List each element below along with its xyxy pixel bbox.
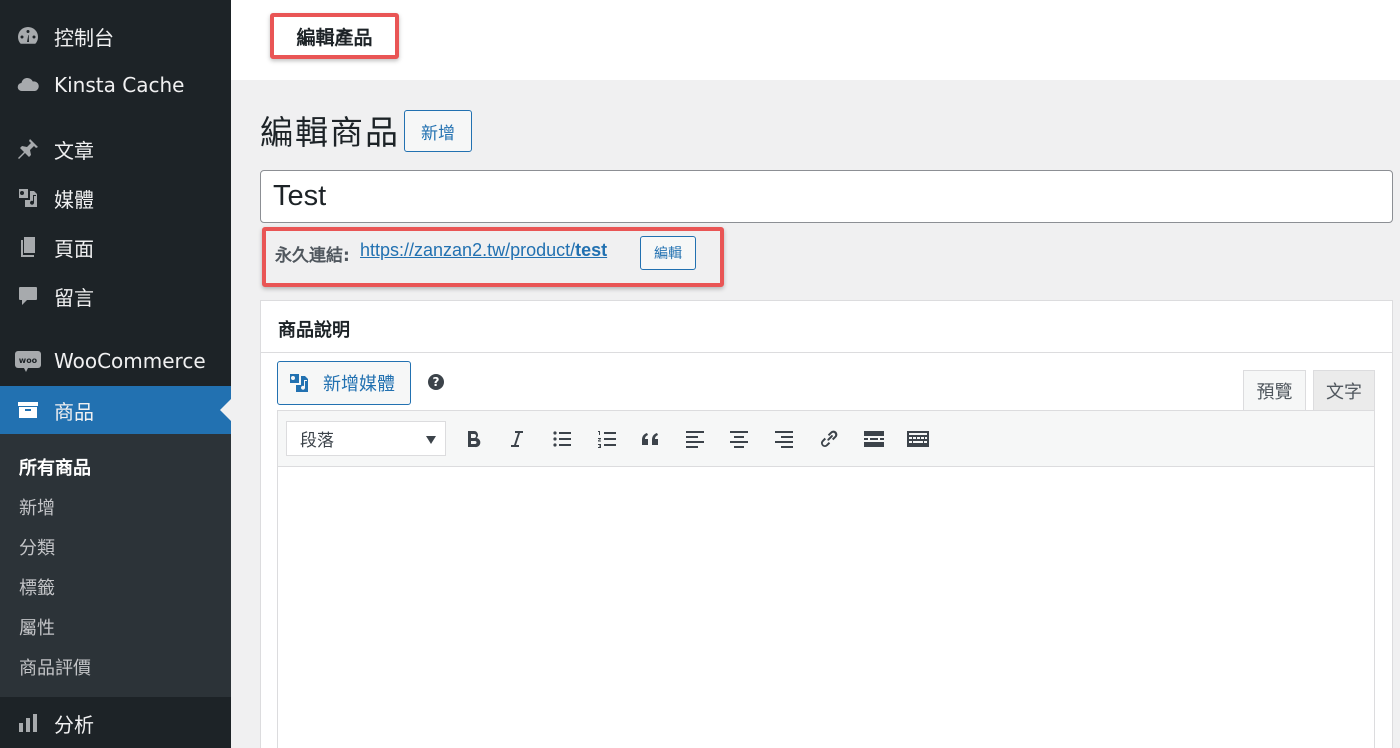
- pin-icon: [14, 135, 42, 163]
- menu-item-pages[interactable]: 頁面: [0, 223, 231, 271]
- tab-visual[interactable]: 預覽: [1243, 370, 1306, 410]
- numbered-list-icon[interactable]: [592, 424, 622, 454]
- submenu-item-reviews[interactable]: 商品評價: [19, 654, 91, 680]
- top-header-area: [231, 0, 1400, 80]
- menu-item-dashboard[interactable]: 控制台: [0, 12, 231, 60]
- link-icon[interactable]: [814, 424, 844, 454]
- help-icon[interactable]: ?: [428, 374, 444, 390]
- admin-sidebar: 控制台 Kinsta Cache 文章 媒體 頁面 留言 woo WooComm…: [0, 0, 231, 748]
- permalink-edit-button[interactable]: 編輯: [640, 236, 696, 270]
- product-title-input[interactable]: [260, 170, 1393, 223]
- bullet-list-icon[interactable]: [547, 424, 577, 454]
- menu-label: 頁面: [54, 236, 94, 261]
- menu-item-analytics[interactable]: 分析: [0, 699, 231, 747]
- page-title: 編輯商品: [260, 113, 400, 152]
- tab-text[interactable]: 文字: [1313, 370, 1375, 410]
- menu-label: 分析: [54, 712, 94, 737]
- permalink-url-base: https://zanzan2.tw/product/: [360, 240, 576, 260]
- add-media-icon: [290, 374, 308, 392]
- comments-icon: [14, 282, 42, 310]
- pages-icon: [14, 233, 42, 261]
- permalink-slug: test: [575, 240, 608, 260]
- chart-bar-icon: [14, 709, 42, 737]
- bold-icon[interactable]: [458, 424, 488, 454]
- menu-item-woocommerce[interactable]: woo WooCommerce: [0, 337, 231, 385]
- menu-label: 文章: [54, 138, 94, 163]
- menu-label: 商品: [54, 399, 94, 424]
- menu-item-comments[interactable]: 留言: [0, 272, 231, 320]
- align-left-icon[interactable]: [680, 424, 710, 454]
- add-media-label: 新增媒體: [323, 374, 395, 394]
- breadcrumb-label: 編輯產品: [296, 26, 373, 49]
- format-select[interactable]: 段落: [286, 421, 446, 456]
- active-indicator: [220, 399, 231, 421]
- products-submenu: 所有商品 新增 分類 標籤 屬性 商品評價: [0, 434, 231, 697]
- menu-item-kinsta-cache[interactable]: Kinsta Cache: [0, 61, 231, 109]
- cloud-icon: [14, 71, 42, 99]
- woo-icon: woo: [14, 347, 42, 375]
- postbox-title: 商品說明: [278, 320, 350, 341]
- postbox-divider: [261, 352, 1392, 353]
- menu-item-products[interactable]: 商品: [0, 386, 231, 434]
- svg-text:woo: woo: [19, 356, 38, 365]
- align-right-icon[interactable]: [769, 424, 799, 454]
- read-more-icon[interactable]: [859, 424, 889, 454]
- menu-item-media[interactable]: 媒體: [0, 174, 231, 222]
- menu-label: 控制台: [54, 25, 114, 50]
- submenu-item-add-new[interactable]: 新增: [19, 494, 55, 520]
- menu-item-posts[interactable]: 文章: [0, 125, 231, 173]
- submenu-item-categories[interactable]: 分類: [19, 534, 55, 560]
- blockquote-icon[interactable]: [636, 424, 666, 454]
- dashboard-icon: [14, 22, 42, 50]
- permalink-link[interactable]: https://zanzan2.tw/product/test: [360, 240, 607, 261]
- format-select-value: 段落: [300, 431, 334, 451]
- chevron-down-icon: [426, 436, 436, 444]
- menu-label: WooCommerce: [54, 349, 206, 373]
- add-media-button[interactable]: 新增媒體: [277, 361, 411, 405]
- breadcrumb: 編輯產品: [270, 13, 399, 59]
- submenu-item-tags[interactable]: 標籤: [19, 574, 55, 600]
- toolbar-toggle-icon[interactable]: [903, 424, 933, 454]
- archive-icon: [14, 396, 42, 424]
- menu-label: 留言: [54, 285, 94, 310]
- italic-icon[interactable]: [502, 424, 532, 454]
- permalink-label: 永久連結:: [275, 246, 350, 266]
- add-new-button[interactable]: 新增: [404, 110, 472, 152]
- media-icon: [14, 184, 42, 212]
- align-center-icon[interactable]: [724, 424, 754, 454]
- submenu-item-attributes[interactable]: 屬性: [19, 614, 55, 640]
- menu-label: Kinsta Cache: [54, 73, 185, 97]
- menu-label: 媒體: [54, 187, 94, 212]
- submenu-item-all-products[interactable]: 所有商品: [19, 454, 91, 480]
